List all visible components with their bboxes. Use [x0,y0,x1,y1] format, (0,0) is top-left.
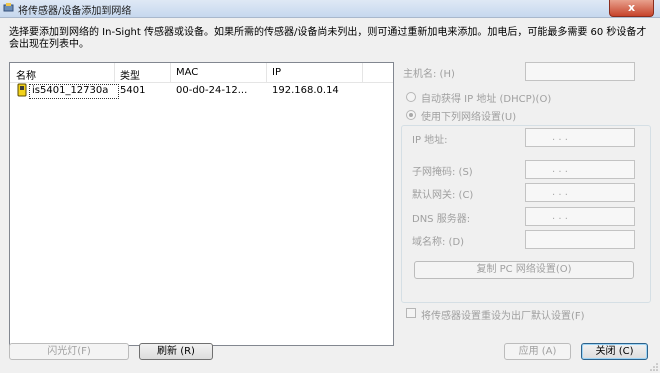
device-ip: 192.168.0.14 [272,85,339,96]
close-dialog-button[interactable]: 关闭 (C) [581,343,648,360]
flash-button[interactable]: 闪光灯(F) [9,343,129,360]
apply-button[interactable]: 应用 (A) [504,343,571,360]
ip-address-label: IP 地址: [412,135,448,146]
window-close-button[interactable]: x [609,0,654,17]
dns-field[interactable]: . . . [525,207,635,226]
ip-dots: . . . [552,132,568,143]
app-icon [3,3,14,12]
device-list[interactable]: 名称 类型 MAC IP is5401_12730a 5401 00-d0-24… [9,62,394,346]
column-divider[interactable] [170,63,171,82]
static-ip-radio[interactable] [406,110,416,120]
ip-address-field[interactable]: . . . [525,128,635,147]
dhcp-label: 自动获得 IP 地址 (DHCP)(O) [421,94,552,105]
subnet-label: 子网掩码: (S) [412,167,473,178]
copy-pc-settings-button[interactable]: 复制 PC 网络设置(O) [414,261,634,279]
title-bar: 将传感器/设备添加到网络 x [0,0,660,18]
static-ip-label: 使用下列网络设置(U) [421,108,520,123]
refresh-button[interactable]: 刷新 (R) [139,343,213,360]
instructions-text: 选择要添加到网络的 In-Sight 传感器或设备。如果所需的传感器/设备尚未列… [9,27,647,50]
gateway-label: 默认网关: (C) [412,190,474,201]
dns-dots: . . . [552,211,568,222]
column-header-mac[interactable]: MAC [176,67,198,78]
dns-label: DNS 服务器: [412,214,471,225]
device-mac: 00-d0-24-12... [176,85,248,96]
device-row[interactable]: is5401_12730a 5401 00-d0-24-12... 192.16… [11,83,391,99]
column-divider[interactable] [362,63,363,82]
column-header-ip[interactable]: IP [272,67,281,78]
gateway-field[interactable]: . . . [525,183,635,202]
column-divider[interactable] [114,63,115,82]
reset-defaults-checkbox[interactable] [406,308,416,318]
subnet-dots: . . . [552,164,568,175]
list-header: 名称 类型 MAC IP [10,63,393,83]
subnet-field[interactable]: . . . [525,160,635,179]
column-header-name[interactable]: 名称 [16,67,36,82]
hostname-label: 主机名: (H) [403,69,455,80]
reset-defaults-label: 将传感器设置重设为出厂默认设置(F) [421,311,585,322]
domain-field[interactable] [525,230,635,249]
hostname-field[interactable] [525,62,635,81]
window-title: 将传感器/设备添加到网络 [18,6,132,17]
sensor-device-icon [17,83,27,97]
domain-label: 域名称: (D) [412,237,465,248]
device-name: is5401_12730a [32,85,109,96]
column-divider[interactable] [266,63,267,82]
column-header-type[interactable]: 类型 [120,67,140,82]
resize-grip-icon[interactable] [650,363,658,371]
dhcp-radio[interactable] [406,92,416,102]
device-type: 5401 [120,85,146,96]
dialog-client: 选择要添加到网络的 In-Sight 传感器或设备。如果所需的传感器/设备尚未列… [0,18,660,373]
gateway-dots: . . . [552,187,568,198]
